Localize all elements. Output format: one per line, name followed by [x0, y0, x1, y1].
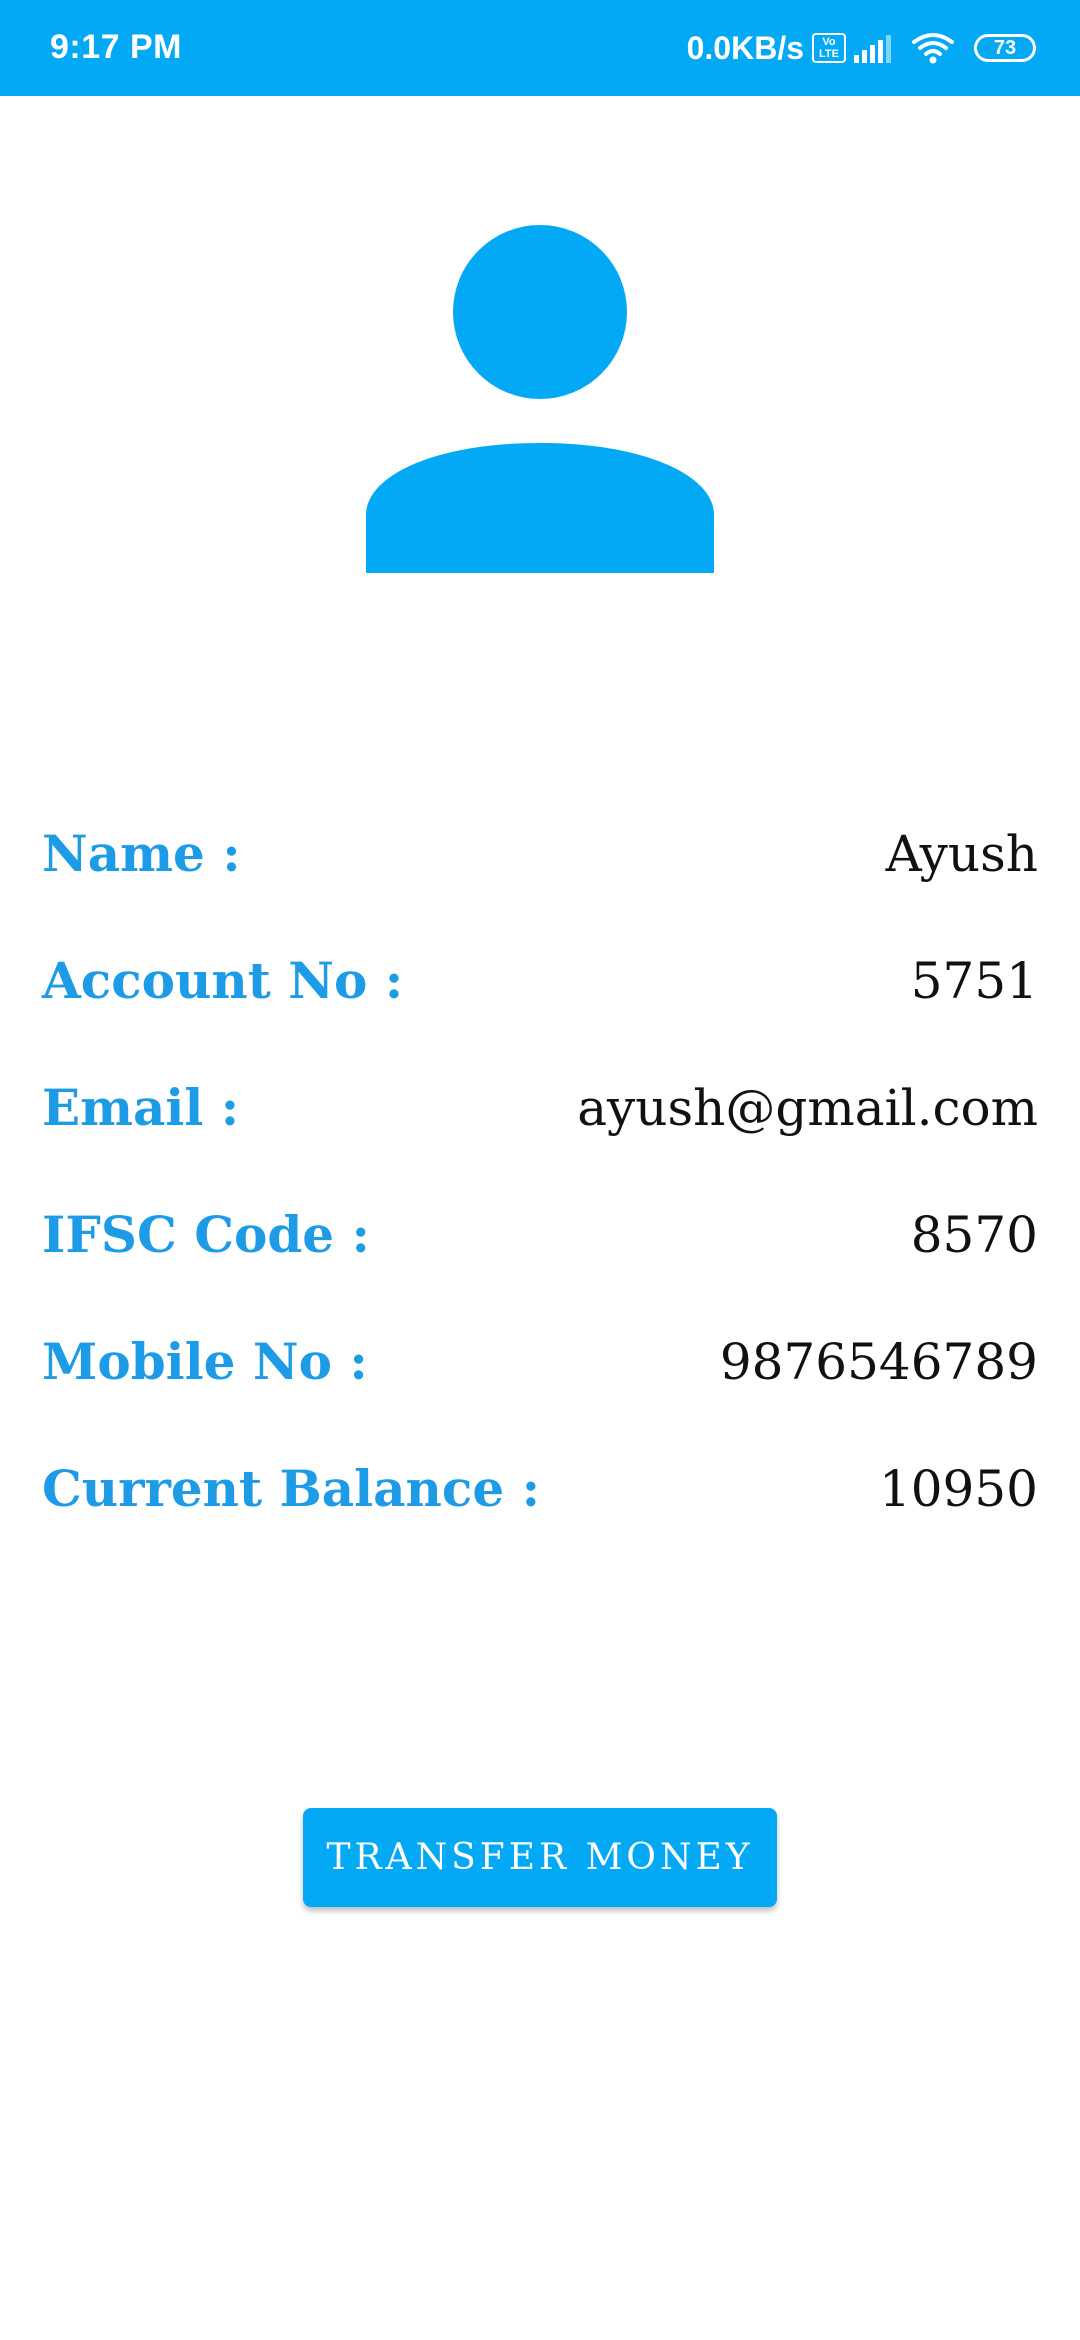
transfer-money-button[interactable]: TRANSFER MONEY [303, 1808, 777, 1907]
current-balance-label: Current Balance : [42, 1459, 541, 1518]
network-speed: 0.0KB/s [686, 29, 804, 66]
mobile-no-value: 9876546789 [719, 1332, 1038, 1391]
current-balance-value: 10950 [878, 1459, 1038, 1518]
mobile-no-label: Mobile No : [42, 1332, 368, 1391]
battery-level: 73 [993, 37, 1017, 59]
account-details: Name : Ayush Account No : 5751 Email : a… [42, 790, 1038, 1552]
email-label: Email : [42, 1078, 240, 1137]
account-no-label: Account No : [42, 951, 404, 1010]
email-value: ayush@gmail.com [577, 1078, 1038, 1137]
signal-bars-icon [854, 33, 894, 63]
battery-icon: 73 [974, 34, 1036, 62]
ifsc-label: IFSC Code : [42, 1205, 370, 1264]
volte-icon: Vo LTE [812, 33, 846, 63]
detail-row-account-no: Account No : 5751 [42, 917, 1038, 1044]
account-no-value: 5751 [910, 951, 1038, 1010]
ifsc-value: 8570 [910, 1205, 1038, 1264]
name-value: Ayush [885, 824, 1038, 883]
detail-row-mobile: Mobile No : 9876546789 [42, 1298, 1038, 1425]
volte-top-label: Vo [822, 36, 836, 48]
wifi-icon [912, 33, 954, 64]
status-time: 9:17 PM [50, 28, 182, 66]
detail-row-ifsc: IFSC Code : 8570 [42, 1171, 1038, 1298]
name-label: Name : [42, 824, 241, 883]
person-icon [366, 225, 714, 573]
detail-row-email: Email : ayush@gmail.com [42, 1044, 1038, 1171]
detail-row-name: Name : Ayush [42, 790, 1038, 917]
volte-bottom-label: LTE [819, 48, 839, 60]
status-icons: 0.0KB/s Vo LTE 73 [687, 22, 1036, 74]
detail-row-balance: Current Balance : 10950 [42, 1425, 1038, 1552]
status-bar: 9:17 PM 0.0KB/s Vo LTE 73 [0, 0, 1080, 96]
